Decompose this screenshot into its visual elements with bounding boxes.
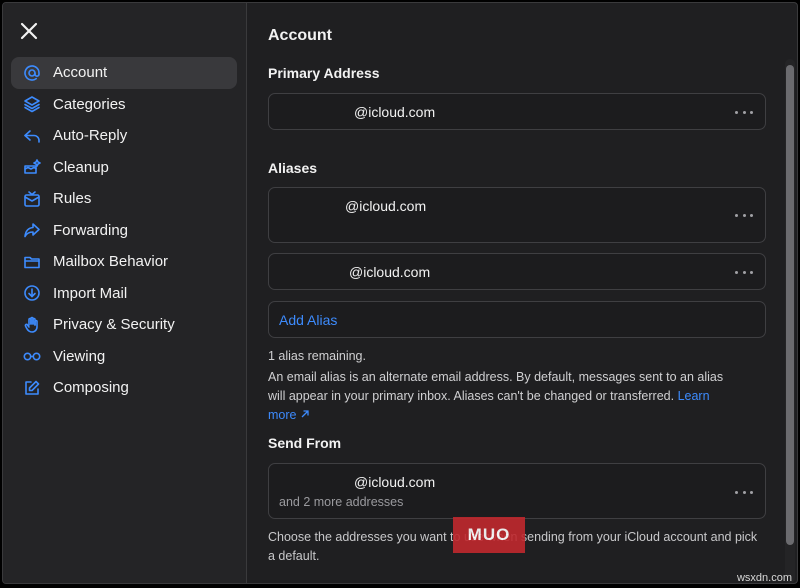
sidebar-item-label: Privacy & Security — [53, 316, 175, 333]
sidebar-item-mailbox-behavior[interactable]: Mailbox Behavior — [11, 246, 237, 278]
dot — [743, 271, 746, 274]
sidebar-item-forwarding[interactable]: Forwarding — [11, 215, 237, 247]
folder-icon — [23, 253, 41, 271]
sidebar-item-account[interactable]: Account — [11, 57, 237, 89]
import-icon — [23, 284, 41, 302]
alias-value: @icloud.com — [349, 264, 430, 280]
sidebar-item-label: Viewing — [53, 348, 105, 365]
dot — [735, 271, 738, 274]
main-panel: Account Primary Address @icloud.com Alia… — [248, 3, 797, 583]
sidebar-item-label: Mailbox Behavior — [53, 253, 168, 270]
more-options-button[interactable] — [735, 209, 753, 221]
close-icon — [19, 21, 39, 41]
sidebar-item-composing[interactable]: Composing — [11, 372, 237, 404]
sidebar-item-label: Cleanup — [53, 159, 109, 176]
more-options-button[interactable] — [735, 266, 753, 278]
rules-icon — [23, 190, 41, 208]
add-alias-button[interactable]: Add Alias — [268, 301, 766, 338]
forward-icon — [23, 221, 41, 239]
more-options-button[interactable] — [735, 486, 753, 498]
dot — [735, 214, 738, 217]
sidebar-item-rules[interactable]: Rules — [11, 183, 237, 215]
sidebar-item-label: Composing — [53, 379, 129, 396]
sidebar-item-label: Auto-Reply — [53, 127, 127, 144]
scrollbar[interactable] — [785, 59, 795, 583]
alias-field[interactable]: @icloud.com — [268, 253, 766, 290]
sidebar-item-label: Import Mail — [53, 285, 127, 302]
cleanup-icon — [23, 158, 41, 176]
dot — [743, 491, 746, 494]
alias-field[interactable]: @icloud.com — [268, 187, 766, 243]
add-alias-label[interactable]: Add Alias — [279, 312, 337, 328]
dot — [743, 214, 746, 217]
sidebar-item-label: Forwarding — [53, 222, 128, 239]
dot — [750, 271, 753, 274]
dot — [750, 491, 753, 494]
primary-address-heading: Primary Address — [268, 65, 380, 81]
external-link-icon — [300, 409, 310, 419]
sidebar-item-label: Account — [53, 64, 107, 81]
sidebar-item-cleanup[interactable]: Cleanup — [11, 152, 237, 184]
sidebar-item-label: Rules — [53, 190, 91, 207]
dot — [743, 111, 746, 114]
watermark-logo: MUO — [453, 517, 525, 553]
reply-icon — [23, 127, 41, 145]
more-options-button[interactable] — [735, 106, 753, 118]
send-from-heading: Send From — [268, 435, 341, 451]
alias-description: An email alias is an alternate email add… — [268, 368, 738, 425]
dot — [750, 111, 753, 114]
settings-window: Account Categories Auto-Reply Cleanup Ru… — [2, 2, 798, 584]
alias-value: @icloud.com — [345, 198, 426, 214]
aliases-heading: Aliases — [268, 160, 317, 176]
compose-icon — [23, 379, 41, 397]
send-from-value: @icloud.com — [354, 474, 435, 490]
sidebar-item-auto-reply[interactable]: Auto-Reply — [11, 120, 237, 152]
sidebar-item-privacy-security[interactable]: Privacy & Security — [11, 309, 237, 341]
at-icon — [23, 64, 41, 82]
sidebar-item-viewing[interactable]: Viewing — [11, 341, 237, 373]
send-from-field[interactable]: @icloud.com and 2 more addresses — [268, 463, 766, 519]
glasses-icon — [23, 347, 41, 365]
alias-description-text: An email alias is an alternate email add… — [268, 370, 723, 403]
sidebar: Account Categories Auto-Reply Cleanup Ru… — [3, 3, 247, 583]
hand-icon — [23, 316, 41, 334]
primary-address-value: @icloud.com — [354, 104, 435, 120]
sidebar-item-import-mail[interactable]: Import Mail — [11, 278, 237, 310]
page-title: Account — [268, 27, 332, 45]
dot — [735, 111, 738, 114]
site-watermark: wsxdn.com — [737, 572, 792, 584]
sidebar-item-categories[interactable]: Categories — [11, 89, 237, 121]
dot — [735, 491, 738, 494]
primary-address-field[interactable]: @icloud.com — [268, 93, 766, 130]
sidebar-nav: Account Categories Auto-Reply Cleanup Ru… — [11, 57, 237, 404]
send-from-sub: and 2 more addresses — [279, 495, 403, 509]
alias-remaining-text: 1 alias remaining. — [268, 347, 748, 366]
layers-icon — [23, 95, 41, 113]
sidebar-item-label: Categories — [53, 96, 126, 113]
close-button[interactable] — [19, 21, 39, 41]
scrollbar-thumb[interactable] — [786, 65, 794, 545]
dot — [750, 214, 753, 217]
